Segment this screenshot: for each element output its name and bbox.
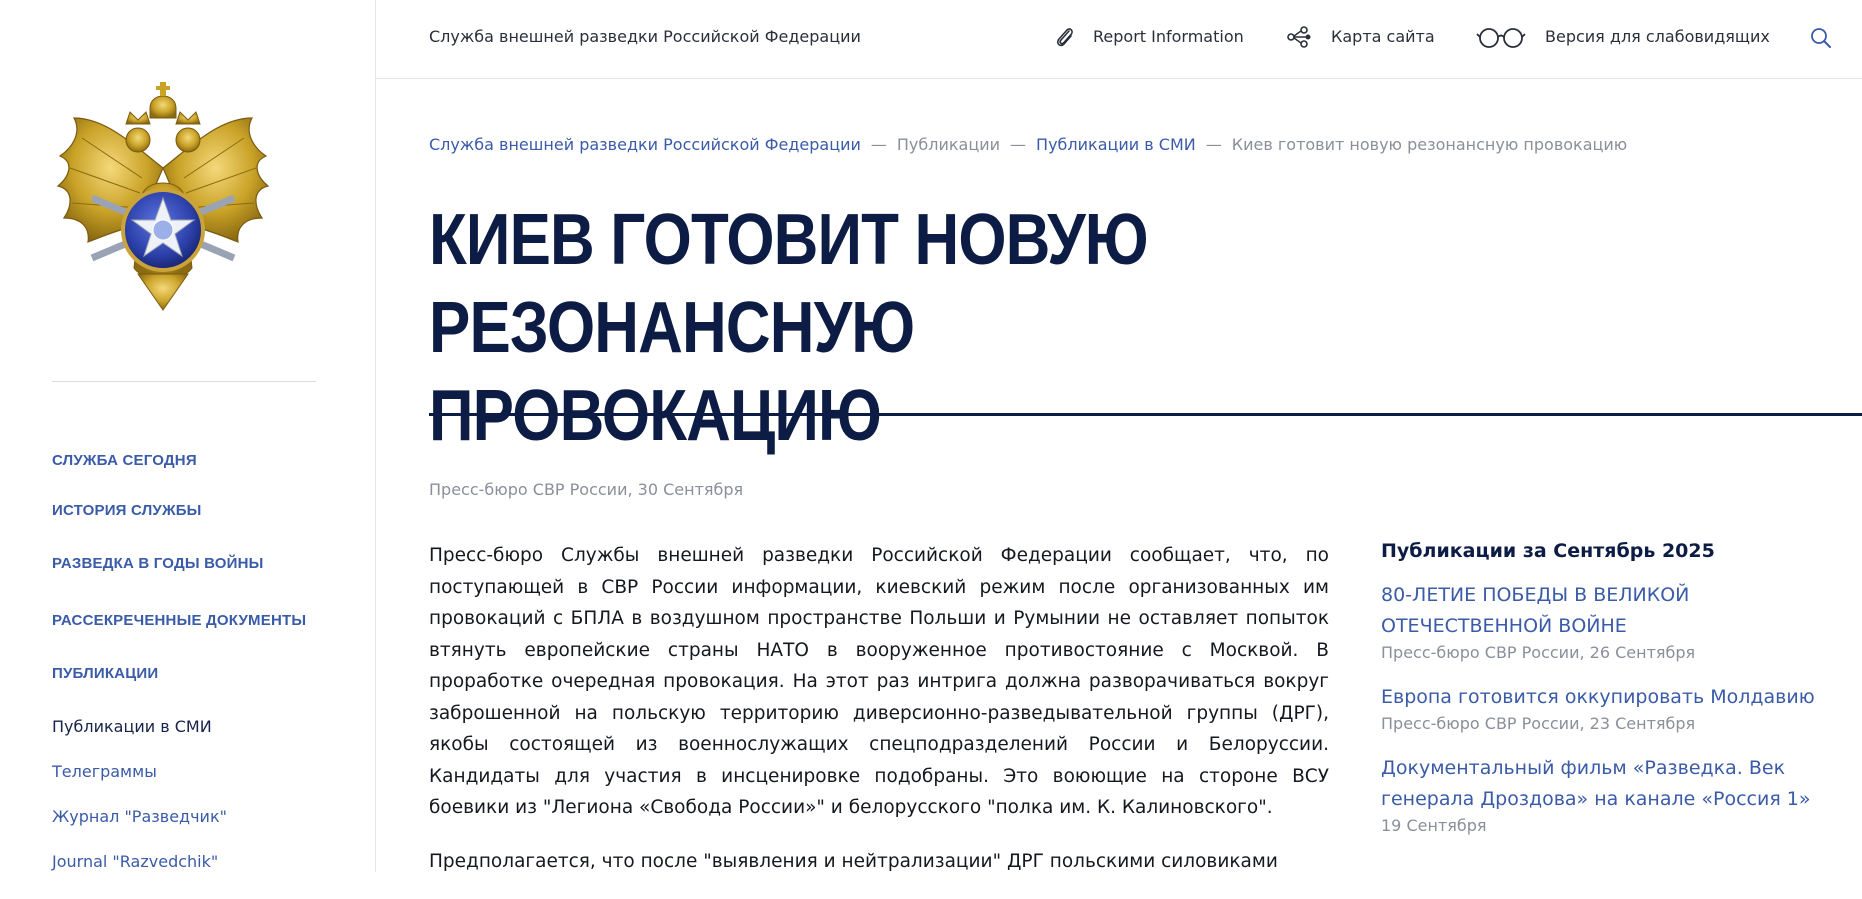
accessibility-version-link[interactable]: Версия для слабовидящих [1545,27,1770,46]
breadcrumb-publications: Публикации [896,135,1001,154]
sidebar: СЛУЖБА СЕГОДНЯ ИСТОРИЯ СЛУЖБЫ РАЗВЕДКА В… [0,0,376,872]
publication-meta: 19 Сентября [1381,816,1487,835]
sidebar-item-service-today[interactable]: СЛУЖБА СЕГОДНЯ [52,452,197,469]
related-publications-title: Публикации за Сентябрь 2025 [1381,540,1715,562]
title-divider [429,413,1862,416]
breadcrumb-home[interactable]: Служба внешней разведки Российской Федер… [429,135,861,154]
publication-link[interactable]: Европа готовится оккупировать Молдавию [1381,682,1821,713]
sidebar-item-publications[interactable]: ПУБЛИКАЦИИ [52,665,158,682]
article-byline: Пресс-бюро СВР России, 30 Сентября [429,480,744,499]
publication-meta: Пресс-бюро СВР России, 23 Сентября [1381,714,1696,733]
sidebar-subitem-media-publications[interactable]: Публикации в СМИ [52,717,212,736]
paperclip-icon [1056,28,1073,47]
sidebar-item-history[interactable]: ИСТОРИЯ СЛУЖБЫ [52,502,202,519]
related-publications: Публикации за Сентябрь 2025 80-ЛЕТИЕ ПОБ… [1381,540,1821,855]
page-title: КИЕВ ГОТОВИТ НОВУЮ РЕЗОНАНСНУЮ ПРОВОКАЦИ… [429,196,1633,460]
publication-meta: Пресс-бюро СВР России, 26 Сентября [1381,643,1696,662]
breadcrumb-separator: — [870,135,887,154]
publication-link[interactable]: Документальный фильм «Разведка. Век гене… [1381,753,1821,815]
list-item: Европа готовится оккупировать Молдавию П… [1381,682,1821,735]
sidebar-subitem-journal-ru[interactable]: Журнал "Разведчик" [52,807,227,826]
list-item: 80-ЛЕТИЕ ПОБЕДЫ В ВЕЛИКОЙ ОТЕЧЕСТВЕННОЙ … [1381,580,1821,664]
sidebar-item-declassified[interactable]: РАССЕКРЕЧЕННЫЕ ДОКУМЕНТЫ [52,612,306,629]
site-title[interactable]: Служба внешней разведки Российской Федер… [429,27,861,46]
page-title-line-1: КИЕВ ГОТОВИТ НОВУЮ РЕЗОНАНСНУЮ [429,200,1149,368]
report-information-link[interactable]: Report Information [1093,27,1244,46]
top-bar: Служба внешней разведки Российской Федер… [376,0,1862,79]
breadcrumb: Служба внешней разведки Российской Федер… [429,135,1627,154]
breadcrumb-media-publications[interactable]: Публикации в СМИ [1036,135,1196,154]
sidebar-item-war-intelligence[interactable]: РАЗВЕДКА В ГОДЫ ВОЙНЫ [52,555,264,572]
sitemap-link[interactable]: Карта сайта [1331,27,1435,46]
breadcrumb-current: Киев готовит новую резонансную провокаци… [1231,135,1628,154]
article-paragraph: Пресс-бюро Службы внешней разведки Росси… [429,545,1329,818]
eagle-emblem[interactable] [52,78,274,314]
publication-link[interactable]: 80-ЛЕТИЕ ПОБЕДЫ В ВЕЛИКОЙ ОТЕЧЕСТВЕННОЙ … [1381,580,1821,642]
share-nodes-icon [1287,26,1311,48]
list-item: Документальный фильм «Разведка. Век гене… [1381,753,1821,837]
glasses-icon [1476,28,1526,48]
sidebar-subitem-journal-en[interactable]: Journal "Razvedchik" [52,852,218,871]
breadcrumb-separator: — [1205,135,1222,154]
article-body: Пресс-бюро Службы внешней разведки Росси… [429,540,1329,899]
article-paragraph: Предполагается, что после "выявления и н… [429,850,1278,872]
page-title-line-2: ПРОВОКАЦИЮ [429,376,882,456]
sidebar-subitem-telegrams[interactable]: Телеграммы [52,762,157,781]
sidebar-divider [52,381,316,382]
search-icon[interactable] [1810,27,1832,49]
breadcrumb-separator: — [1010,135,1027,154]
